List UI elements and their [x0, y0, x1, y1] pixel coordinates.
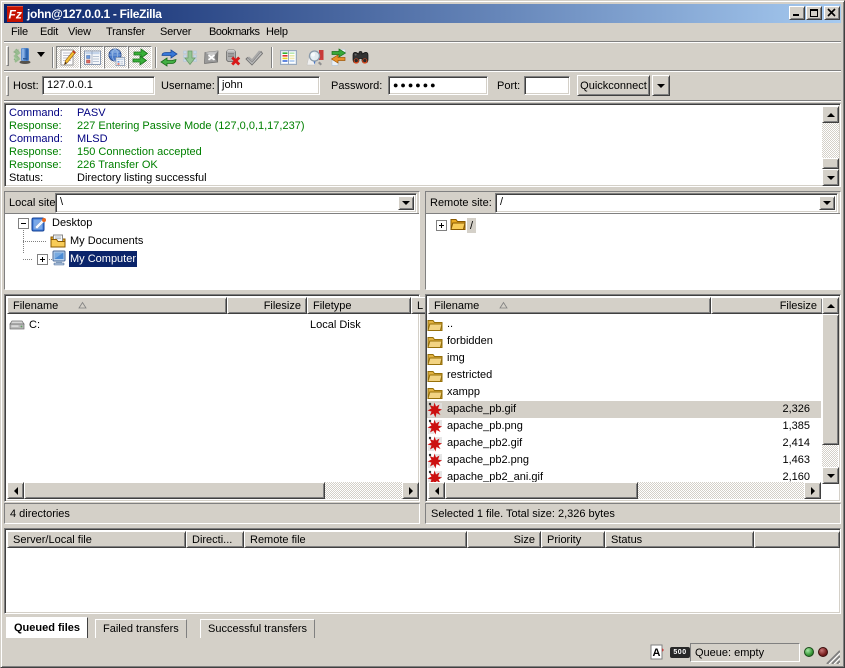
svg-text:A: A — [653, 647, 661, 659]
svg-text:Fz: Fz — [9, 7, 22, 21]
